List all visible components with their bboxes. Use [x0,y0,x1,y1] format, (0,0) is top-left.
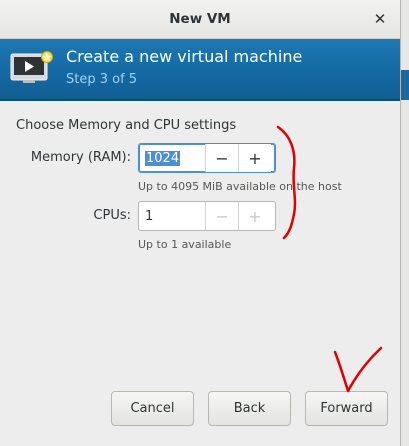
memory-label: Memory (RAM): [30,150,131,165]
title-bar: New VM ✕ [0,0,400,39]
memory-input[interactable]: 1024 [139,144,205,172]
memory-hint: Up to 4095 MiB available on the host [138,180,342,193]
section-title: Choose Memory and CPU settings [16,118,237,133]
new-vm-dialog: New VM ✕ Create a new virtual machine St… [0,0,401,446]
memory-decrement-button[interactable]: − [205,144,238,172]
virtual-machine-new-icon [10,51,53,83]
back-button[interactable]: Back [208,391,291,426]
background-window-blue-edge [401,70,409,100]
banner-title: Create a new virtual machine [66,47,303,66]
cpus-label: CPUs: [93,208,131,223]
memory-increment-button[interactable]: + [238,144,271,172]
step-indicator: Step 3 of 5 [66,72,138,87]
memory-value: 1024 [145,150,181,166]
window-title: New VM [169,11,231,27]
header-banner: Create a new virtual machine Step 3 of 5 [0,39,400,101]
cpus-increment-button[interactable]: + [238,202,271,230]
background-window-edge [401,0,409,446]
forward-button[interactable]: Forward [305,391,388,426]
cpus-spinbutton: 1 − + [138,201,276,231]
cancel-button[interactable]: Cancel [111,391,194,426]
memory-spinbutton: 1024 − + [138,143,276,173]
cpus-input[interactable]: 1 [139,202,205,230]
cpus-hint: Up to 1 available [138,238,232,251]
cpus-decrement-button[interactable]: − [205,202,238,230]
close-icon[interactable]: ✕ [370,9,390,29]
